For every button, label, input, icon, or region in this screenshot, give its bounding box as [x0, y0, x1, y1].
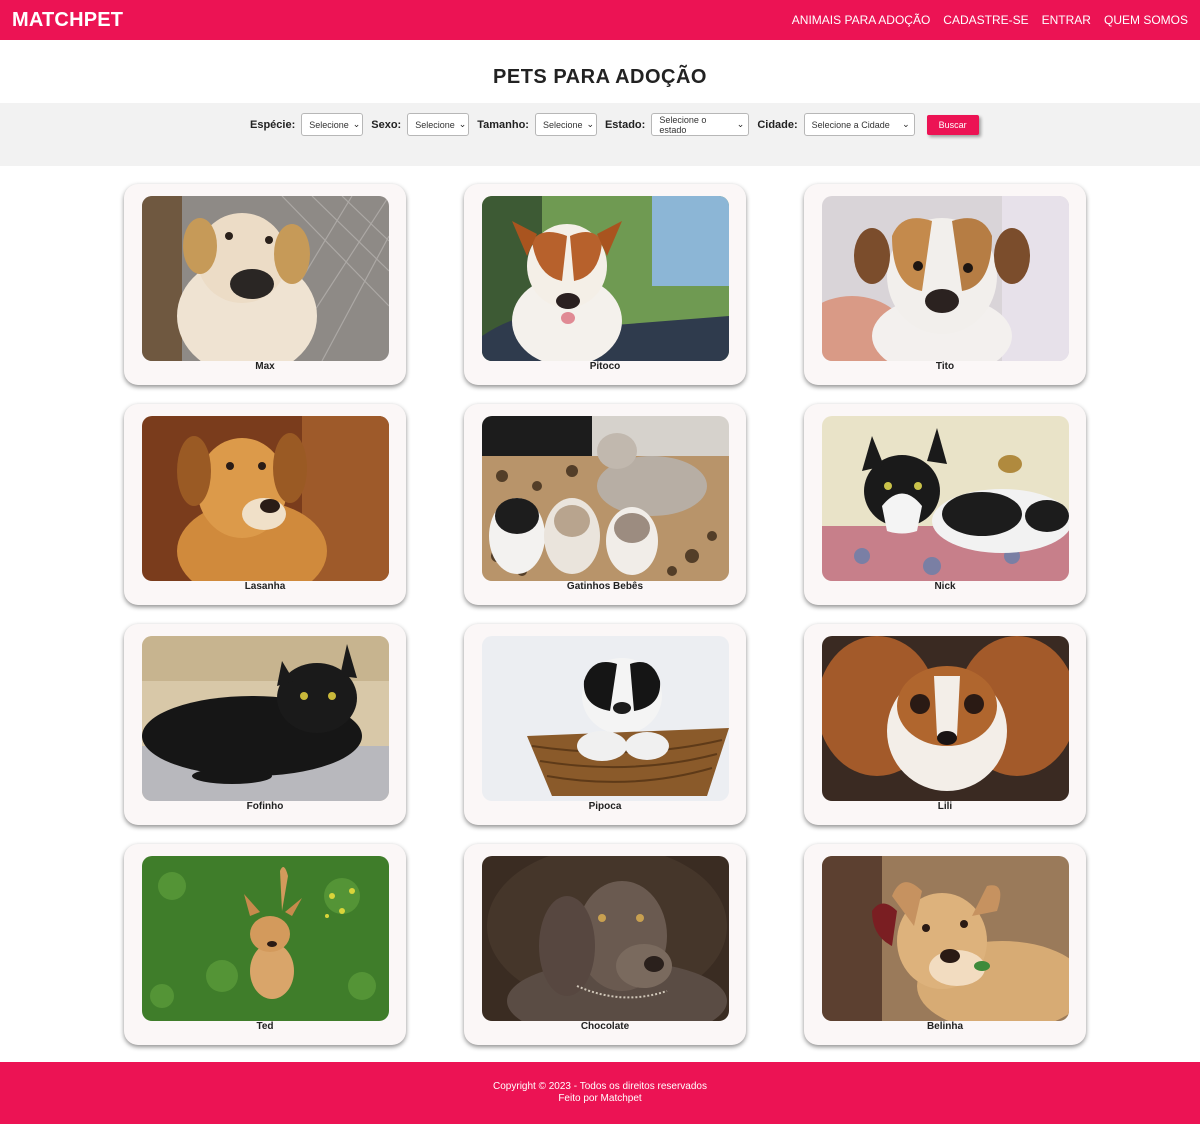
chevron-down-icon: ⌄ — [352, 119, 361, 129]
pet-photo[interactable] — [142, 416, 389, 581]
chevron-down-icon: ⌄ — [902, 119, 910, 129]
nav-link-cadastre[interactable]: CADASTRE-SE — [943, 13, 1028, 27]
nav-link-animais[interactable]: ANIMAIS PARA ADOÇÃO — [792, 13, 930, 27]
pet-name: Chocolate — [580, 1021, 630, 1032]
pet-card[interactable]: Chocolate — [464, 844, 746, 1045]
pet-card[interactable]: Gatinhos Bebês — [464, 404, 746, 605]
estado-select[interactable]: Selecione o estado ⌄ — [651, 113, 750, 136]
chevron-down-icon: ⌄ — [458, 119, 467, 129]
pet-photo[interactable] — [482, 636, 729, 801]
brand-logo[interactable]: MATCHPET — [12, 9, 123, 32]
pet-photo[interactable] — [482, 196, 729, 361]
main-nav: ANIMAIS PARA ADOÇÃO CADASTRE-SE ENTRAR Q… — [792, 13, 1188, 27]
pet-card[interactable]: Pitoco — [464, 184, 746, 385]
footer: Copyright © 2023 - Todos os direitos res… — [0, 1062, 1200, 1124]
estado-select-value: Selecione o estado — [659, 114, 707, 135]
filter-bar: Espécie: Selecione ⌄ Sexo: Selecione ⌄ T… — [0, 103, 1200, 166]
pet-photo[interactable] — [822, 856, 1069, 1021]
filter-row: Espécie: Selecione ⌄ Sexo: Selecione ⌄ T… — [250, 113, 979, 136]
cidade-select[interactable]: Selecione a Cidade ⌄ — [803, 113, 915, 136]
search-button[interactable]: Buscar — [926, 114, 979, 135]
pet-name: Max — [255, 361, 275, 372]
cidade-select-value: Selecione a Cidade — [811, 119, 890, 130]
pet-name: Nick — [934, 581, 956, 592]
pet-photo[interactable] — [482, 856, 729, 1021]
nav-link-quem-somos[interactable]: QUEM SOMOS — [1104, 13, 1188, 27]
pet-card[interactable]: Max — [124, 184, 406, 385]
sexo-select-value: Selecione — [415, 119, 455, 130]
pet-card[interactable]: Ted — [124, 844, 406, 1045]
pet-name: Pitoco — [589, 361, 621, 372]
pet-name: Fofinho — [246, 801, 284, 812]
pet-card[interactable]: Tito — [804, 184, 1086, 385]
especie-label: Espécie: — [250, 118, 296, 131]
pet-card[interactable]: Belinha — [804, 844, 1086, 1045]
top-navbar: MATCHPET ANIMAIS PARA ADOÇÃO CADASTRE-SE… — [0, 0, 1200, 40]
pet-name: Lasanha — [244, 581, 286, 592]
pet-photo[interactable] — [142, 636, 389, 801]
made-by-text: Feito por Matchpet — [558, 1093, 642, 1104]
pet-card[interactable]: Pipoca — [464, 624, 746, 825]
tamanho-select-value: Selecione — [542, 119, 583, 130]
pet-name: Pipoca — [588, 801, 622, 812]
especie-select-value: Selecione — [309, 119, 349, 130]
tamanho-select[interactable]: Selecione ⌄ — [534, 113, 597, 136]
pet-photo[interactable] — [142, 856, 389, 1021]
sexo-select[interactable]: Selecione ⌄ — [407, 113, 470, 136]
cidade-label: Cidade: — [757, 118, 798, 131]
pet-photo[interactable] — [142, 196, 389, 361]
estado-label: Estado: — [604, 118, 646, 131]
chevron-down-icon: ⌄ — [586, 119, 595, 129]
pet-photo[interactable] — [482, 416, 729, 581]
pet-name: Tito — [935, 361, 955, 372]
pet-name: Gatinhos Bebês — [566, 581, 644, 592]
copyright-text: Copyright © 2023 - Todos os direitos res… — [493, 1081, 707, 1092]
pet-photo[interactable] — [822, 196, 1069, 361]
tamanho-label: Tamanho: — [477, 118, 529, 131]
pet-card[interactable]: Nick — [804, 404, 1086, 605]
pet-card[interactable]: Fofinho — [124, 624, 406, 825]
page-title: PETS PARA ADOÇÃO — [493, 66, 707, 88]
pet-photo[interactable] — [822, 636, 1069, 801]
pet-grid: Max Pitoco Tito Lasanha Gatinhos Bebês N… — [124, 184, 1086, 1045]
especie-select[interactable]: Selecione ⌄ — [301, 113, 364, 136]
pet-name: Belinha — [926, 1021, 964, 1032]
pet-photo[interactable] — [822, 416, 1069, 581]
chevron-down-icon: ⌄ — [736, 119, 745, 129]
sexo-label: Sexo: — [371, 118, 402, 131]
nav-link-entrar[interactable]: ENTRAR — [1042, 13, 1091, 27]
pet-card[interactable]: Lasanha — [124, 404, 406, 605]
pet-card[interactable]: Lili — [804, 624, 1086, 825]
pet-name: Lili — [937, 801, 953, 812]
pet-name: Ted — [256, 1021, 274, 1032]
